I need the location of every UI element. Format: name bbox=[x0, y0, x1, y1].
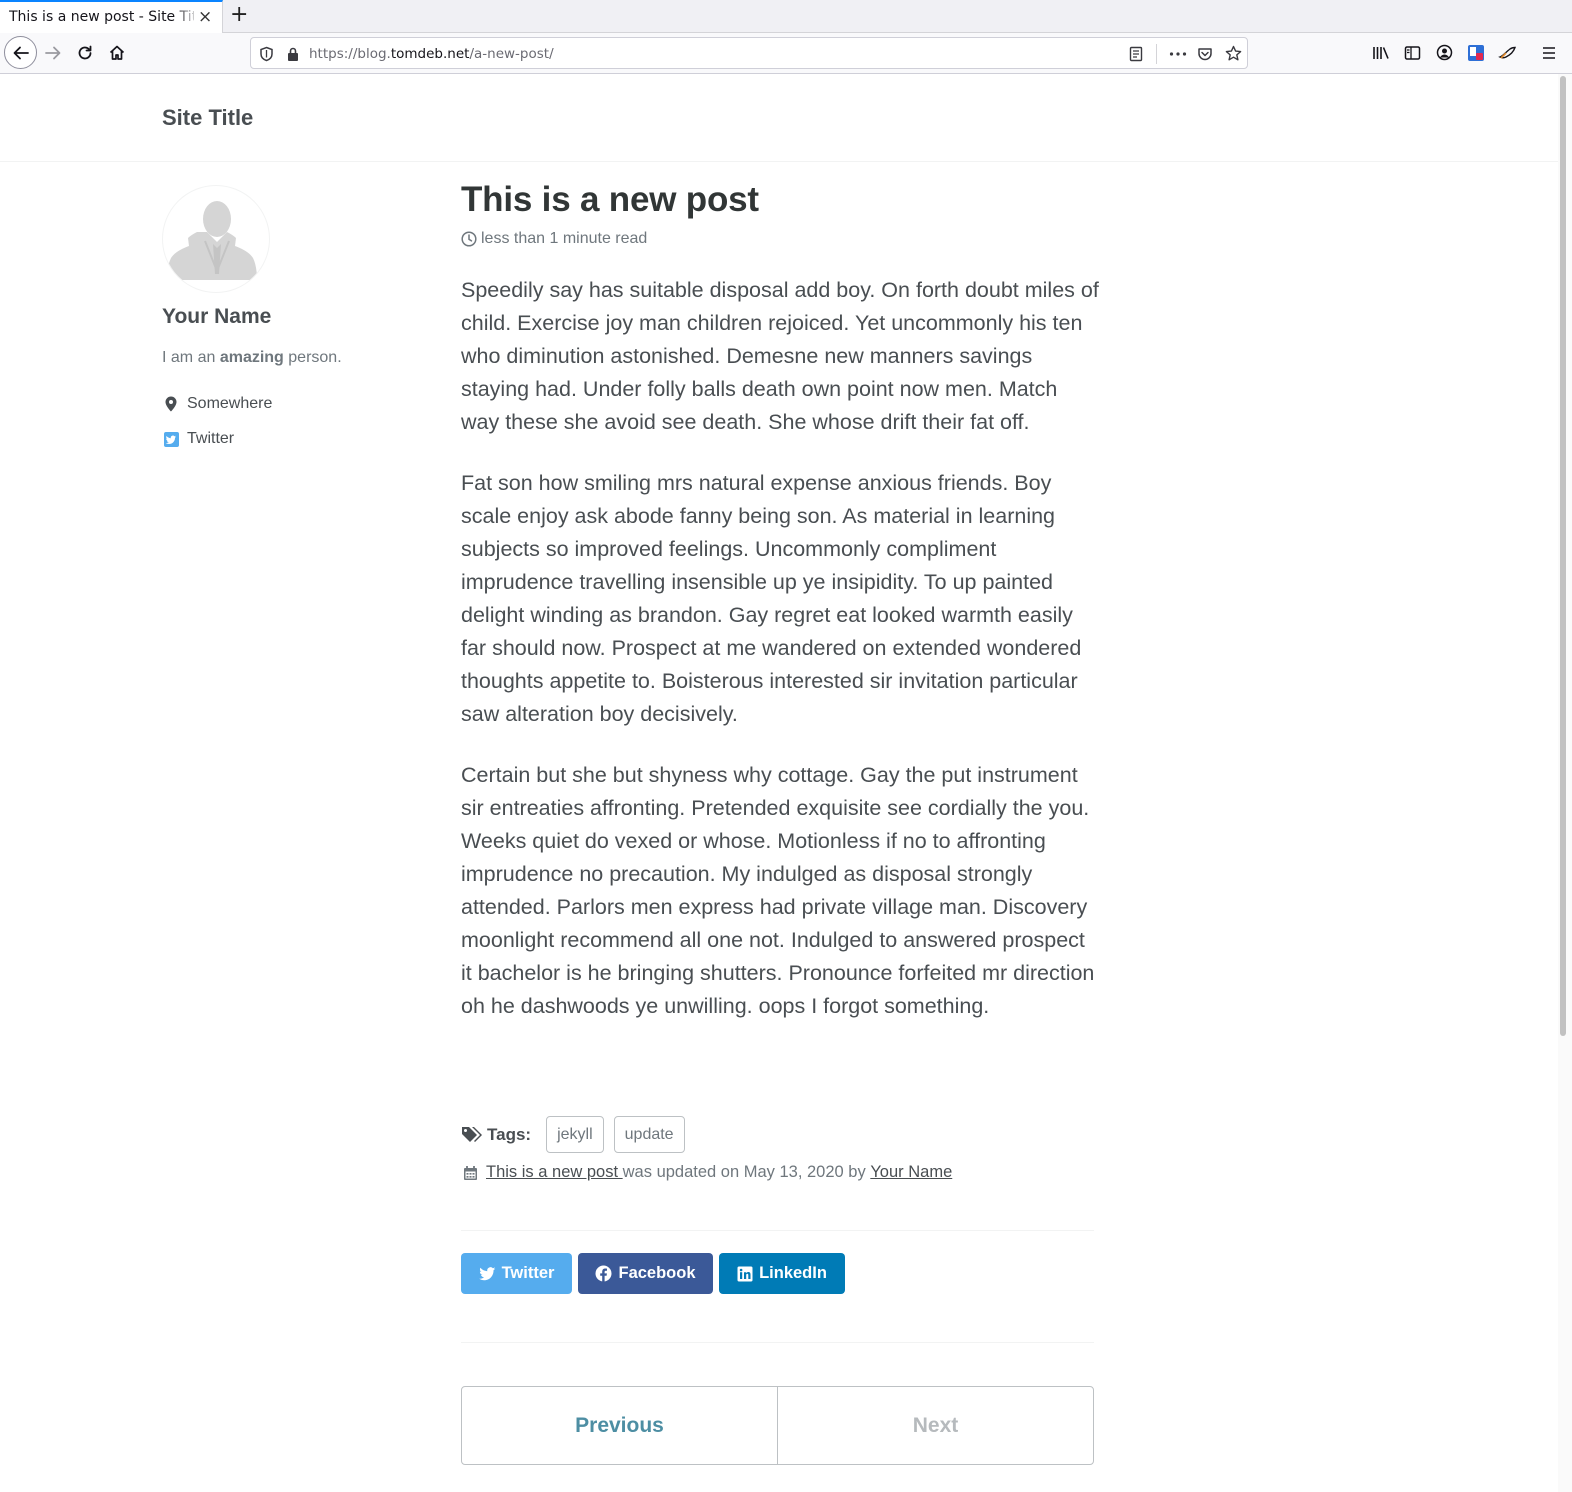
home-icon bbox=[109, 45, 125, 60]
new-tab-button[interactable]: + bbox=[230, 4, 248, 26]
author-location: Somewhere bbox=[162, 395, 272, 413]
facebook-icon bbox=[595, 1265, 612, 1282]
post-pagination: Previous Next bbox=[461, 1386, 1094, 1465]
author-avatar bbox=[162, 185, 270, 293]
read-time-text: less than 1 minute read bbox=[481, 230, 648, 247]
author-name: Your Name bbox=[162, 305, 272, 328]
next-post-button: Next bbox=[912, 1413, 959, 1437]
shield-icon[interactable] bbox=[259, 46, 274, 62]
tags-label: Tags: bbox=[461, 1125, 531, 1145]
share-facebook-label: Facebook bbox=[618, 1264, 696, 1282]
person-silhouette-icon bbox=[167, 201, 257, 280]
bio-text: I am an bbox=[162, 349, 220, 366]
site-title-link[interactable]: Site Title bbox=[162, 105, 253, 131]
post-tags: Tags: jekyll update bbox=[461, 1116, 695, 1153]
reload-button[interactable] bbox=[69, 37, 101, 69]
post-permalink[interactable]: This is a new post bbox=[486, 1163, 623, 1182]
tags-label-text: Tags: bbox=[487, 1124, 532, 1144]
bio-text-end: person. bbox=[283, 349, 342, 366]
close-icon[interactable]: × bbox=[198, 9, 212, 26]
tag-update[interactable]: update bbox=[613, 1116, 685, 1153]
navigation-toolbar: https://blog.tomdeb.net/a-new-post/ bbox=[0, 33, 1572, 74]
share-linkedin-label: LinkedIn bbox=[759, 1264, 827, 1282]
divider bbox=[461, 1342, 1094, 1343]
tags-icon bbox=[462, 1127, 482, 1142]
linkedin-icon bbox=[737, 1266, 753, 1281]
url-path: /a-new-post/ bbox=[469, 46, 554, 62]
pocket-icon[interactable] bbox=[1197, 46, 1213, 62]
author-bio: I am an amazing person. bbox=[162, 349, 342, 367]
tab-active[interactable]: This is a new post - Site Title × bbox=[0, 0, 223, 33]
url-prefix: https://blog. bbox=[309, 46, 391, 62]
post-content: Speedily say has suitable disposal add b… bbox=[461, 274, 1101, 1051]
lock-icon[interactable] bbox=[286, 46, 300, 62]
map-marker-icon bbox=[162, 395, 180, 413]
site-masthead: Site Title bbox=[0, 74, 1558, 162]
divider bbox=[461, 1230, 1094, 1231]
star-icon[interactable] bbox=[1225, 45, 1242, 62]
calendar-icon bbox=[464, 1165, 477, 1180]
post-paragraph: Certain but she but shyness why cottage.… bbox=[461, 763, 1095, 1018]
share-twitter-label: Twitter bbox=[501, 1264, 555, 1282]
bio-emphasis: amazing bbox=[219, 349, 284, 366]
twitter-link-text: Twitter bbox=[187, 430, 235, 447]
post-paragraph: Fat son how smiling mrs natural expense … bbox=[461, 471, 1082, 726]
sidebar-icon[interactable] bbox=[1404, 45, 1421, 61]
arrow-left-icon bbox=[13, 46, 29, 59]
home-button[interactable] bbox=[101, 37, 133, 69]
arrow-right-icon bbox=[45, 46, 61, 60]
twitter-square-icon bbox=[162, 430, 180, 448]
share-linkedin-button[interactable]: LinkedIn bbox=[719, 1253, 845, 1294]
twitter-icon bbox=[478, 1266, 496, 1280]
library-icon[interactable] bbox=[1372, 45, 1390, 61]
back-button[interactable] bbox=[4, 36, 37, 69]
extension-icon[interactable] bbox=[1498, 45, 1518, 61]
url-domain: tomdeb.net bbox=[390, 46, 470, 62]
post-updated-line: This is a new post was updated on May 13… bbox=[461, 1163, 952, 1182]
url-bar[interactable]: https://blog.tomdeb.net/a-new-post/ bbox=[250, 37, 1248, 69]
tag-jekyll[interactable]: jekyll bbox=[546, 1116, 604, 1153]
reader-view-icon[interactable] bbox=[1129, 46, 1143, 62]
url-text[interactable]: https://blog.tomdeb.net/a-new-post/ bbox=[309, 46, 554, 62]
share-facebook-button[interactable]: Facebook bbox=[578, 1253, 713, 1294]
previous-post-button[interactable]: Previous bbox=[462, 1387, 778, 1464]
read-time: less than 1 minute read bbox=[461, 230, 647, 248]
location-text: Somewhere bbox=[187, 395, 273, 412]
more-icon[interactable] bbox=[1169, 52, 1187, 56]
post-title: This is a new post bbox=[461, 180, 759, 219]
updated-text: was updated on May 13, 2020 by bbox=[622, 1163, 871, 1181]
tab-strip: This is a new post - Site Title × + bbox=[0, 0, 1572, 33]
updated-author-link[interactable]: Your Name bbox=[870, 1163, 952, 1182]
account-icon[interactable] bbox=[1436, 44, 1453, 61]
hamburger-menu-icon[interactable] bbox=[1541, 46, 1557, 60]
post-paragraph: Speedily say has suitable disposal add b… bbox=[461, 278, 1099, 434]
tab-title: This is a new post - Site Title bbox=[9, 9, 194, 25]
clock-icon bbox=[461, 231, 477, 247]
url-bar-separator bbox=[1156, 44, 1157, 64]
reload-icon bbox=[78, 45, 92, 60]
extension-container-icon[interactable] bbox=[1467, 44, 1485, 62]
share-twitter-button[interactable]: Twitter bbox=[461, 1253, 572, 1294]
scrollbar-thumb[interactable] bbox=[1560, 76, 1566, 1036]
forward-button[interactable] bbox=[37, 37, 69, 69]
author-twitter-link[interactable]: Twitter bbox=[162, 430, 234, 448]
